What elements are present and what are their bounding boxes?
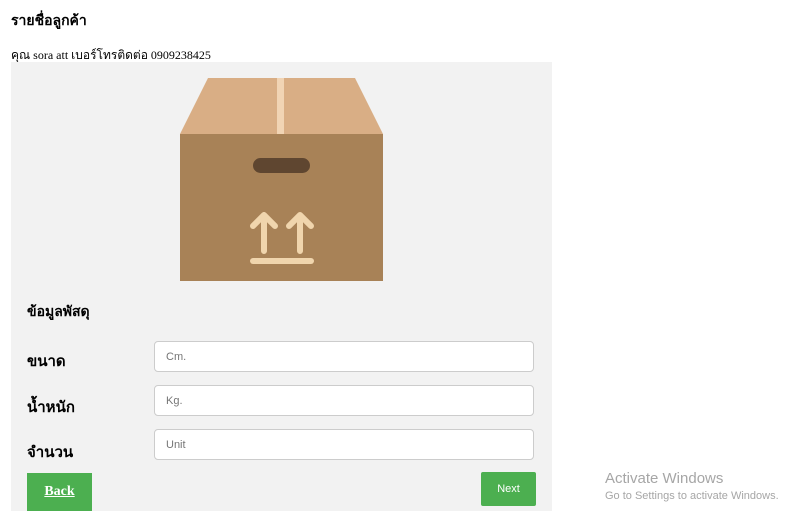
watermark-title: Activate Windows: [605, 470, 724, 487]
next-button[interactable]: Next: [481, 472, 536, 506]
shipping-box-icon: [180, 78, 383, 285]
weight-input[interactable]: [154, 385, 534, 416]
quantity-input[interactable]: [154, 429, 534, 460]
page-title: รายชื่อลูกค้า: [11, 13, 87, 29]
parcel-info-title: ข้อมูลพัสดุ: [27, 304, 90, 320]
size-label: ขนาด: [27, 352, 66, 370]
size-input[interactable]: [154, 341, 534, 372]
parcel-form-panel: ข้อมูลพัสดุ ขนาด น้ำหนัก จำนวน Back Next: [11, 62, 552, 511]
activate-windows-watermark: Activate Windows Go to Settings to activ…: [605, 470, 779, 504]
watermark-subtitle: Go to Settings to activate Windows.: [605, 490, 779, 502]
quantity-label: จำนวน: [27, 443, 74, 461]
weight-label: น้ำหนัก: [27, 398, 75, 416]
back-button[interactable]: Back: [27, 473, 92, 511]
